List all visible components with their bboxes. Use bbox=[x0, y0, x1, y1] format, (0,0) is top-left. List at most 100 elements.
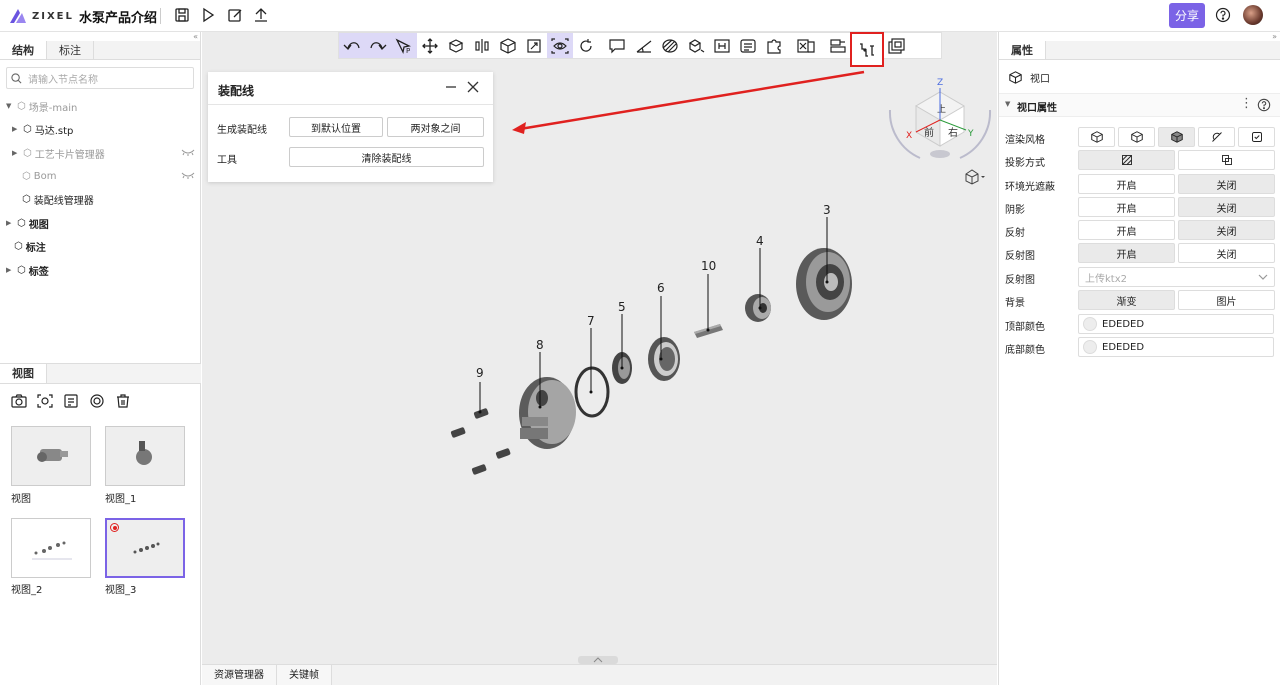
top-color-picker[interactable]: EDEDED bbox=[1078, 314, 1274, 334]
play-icon[interactable] bbox=[199, 6, 217, 24]
tree-item-motor[interactable]: ▶ ⬡ 马达.stp bbox=[12, 120, 73, 138]
multi-view-icon[interactable] bbox=[883, 33, 909, 58]
tab-resource-manager[interactable]: 资源管理器 bbox=[202, 665, 277, 685]
redo-icon[interactable] bbox=[365, 33, 391, 58]
perspective-projection-icon[interactable] bbox=[1078, 150, 1175, 170]
list-icon[interactable] bbox=[63, 394, 79, 411]
to-default-position-button[interactable]: 到默认位置 bbox=[289, 117, 383, 137]
move-icon[interactable] bbox=[417, 33, 443, 58]
minimize-icon[interactable] bbox=[445, 81, 457, 96]
tree-label: 装配线管理器 bbox=[33, 195, 94, 207]
plugin-icon[interactable] bbox=[761, 33, 787, 58]
hidden-eye-icon[interactable] bbox=[181, 171, 195, 182]
clear-assembly-line-button[interactable]: 清除装配线 bbox=[289, 147, 484, 167]
help-icon[interactable] bbox=[1257, 98, 1271, 112]
fit-view-icon[interactable] bbox=[521, 33, 547, 58]
section-icon[interactable] bbox=[657, 33, 683, 58]
visibility-icon[interactable] bbox=[547, 33, 573, 58]
reflection-map-select[interactable]: 上传ktx2 bbox=[1078, 267, 1275, 287]
section-header[interactable]: ▼ 视口属性 ⋮ bbox=[999, 93, 1280, 117]
align-icon[interactable] bbox=[469, 33, 495, 58]
caret-icon[interactable]: ▶ bbox=[6, 266, 14, 274]
tree-item-assembly-line-manager[interactable]: ⬡ 装配线管理器 bbox=[22, 190, 94, 208]
trash-icon[interactable] bbox=[115, 394, 131, 411]
collapse-left-icon[interactable]: « bbox=[193, 32, 198, 41]
target-icon[interactable] bbox=[89, 394, 105, 411]
caret-icon[interactable]: ▶ bbox=[12, 125, 20, 133]
edit-icon[interactable] bbox=[226, 6, 244, 24]
search-placeholder: 请输入节点名称 bbox=[28, 74, 98, 86]
hidden-eye-icon[interactable] bbox=[181, 148, 195, 159]
reflection-off-button[interactable]: 关闭 bbox=[1178, 220, 1275, 240]
callout-label: 8 bbox=[536, 338, 544, 352]
caret-down-icon[interactable]: ▼ bbox=[1005, 100, 1010, 108]
shadow-on-button[interactable]: 开启 bbox=[1078, 197, 1175, 217]
undo-icon[interactable] bbox=[339, 33, 365, 58]
rotate-icon[interactable] bbox=[573, 33, 599, 58]
caret-icon[interactable]: ▶ bbox=[6, 219, 14, 227]
cube-icon: ⬡ bbox=[14, 240, 23, 252]
explode-icon[interactable] bbox=[443, 33, 469, 58]
view-thumbnail[interactable] bbox=[105, 426, 185, 486]
part-explode-icon[interactable] bbox=[683, 33, 709, 58]
list-view-icon[interactable] bbox=[735, 33, 761, 58]
reflection-on-button[interactable]: 开启 bbox=[1078, 220, 1175, 240]
tab-views[interactable]: 视图 bbox=[0, 364, 47, 383]
search-input[interactable]: 请输入节点名称 bbox=[6, 67, 194, 89]
camera-icon[interactable] bbox=[11, 394, 27, 411]
tree-item-scene[interactable]: ▼ ⬡ 场景-main bbox=[6, 97, 77, 115]
upload-placeholder: 上传ktx2 bbox=[1085, 273, 1127, 285]
share-button[interactable]: 分享 bbox=[1169, 3, 1205, 28]
tab-properties[interactable]: 属性 bbox=[999, 41, 1046, 59]
reflection-map-off-button[interactable]: 关闭 bbox=[1178, 243, 1275, 263]
caret-icon[interactable]: ▼ bbox=[6, 102, 14, 110]
excel-icon[interactable] bbox=[793, 33, 819, 58]
view-thumbnail-selected[interactable] bbox=[105, 518, 185, 578]
dimension-icon[interactable] bbox=[709, 33, 735, 58]
ao-off-button[interactable]: 关闭 bbox=[1178, 174, 1275, 194]
close-icon[interactable] bbox=[467, 81, 479, 96]
tab-keyframes[interactable]: 关键帧 bbox=[277, 665, 332, 685]
ao-on-button[interactable]: 开启 bbox=[1078, 174, 1175, 194]
render-realistic-icon[interactable] bbox=[1158, 127, 1195, 147]
between-objects-button[interactable]: 两对象之间 bbox=[387, 117, 484, 137]
bottom-color-picker[interactable]: EDEDED bbox=[1078, 337, 1274, 357]
tab-structure[interactable]: 结构 bbox=[0, 41, 47, 59]
color-value: EDEDED bbox=[1102, 318, 1145, 330]
cube-icon: ⬡ bbox=[17, 264, 26, 276]
render-shaded-edges-icon[interactable] bbox=[1078, 127, 1115, 147]
collapse-right-icon[interactable]: » bbox=[1272, 32, 1277, 41]
tree-item-views[interactable]: ▶ ⬡ 视图 bbox=[6, 214, 49, 232]
reflection-map-on-button[interactable]: 开启 bbox=[1078, 243, 1175, 263]
render-custom-icon[interactable] bbox=[1238, 127, 1275, 147]
save-icon[interactable] bbox=[173, 6, 191, 24]
bg-gradient-button[interactable]: 渐变 bbox=[1078, 290, 1175, 310]
avatar[interactable] bbox=[1243, 5, 1263, 25]
tree-item-bom[interactable]: ⬡ Bom bbox=[22, 167, 198, 185]
tree-label: Bom bbox=[33, 170, 57, 182]
callout-label: 6 bbox=[657, 281, 665, 295]
shadow-off-button[interactable]: 关闭 bbox=[1178, 197, 1275, 217]
comment-icon[interactable] bbox=[605, 33, 631, 58]
measure-icon[interactable] bbox=[631, 33, 657, 58]
more-icon[interactable]: ⋮ bbox=[1240, 96, 1253, 111]
render-shaded-icon[interactable] bbox=[1118, 127, 1155, 147]
upload-icon[interactable] bbox=[252, 6, 270, 24]
assembly-line-icon[interactable] bbox=[850, 32, 884, 67]
layout-icon[interactable] bbox=[825, 33, 851, 58]
tree-item-tags[interactable]: ▶ ⬡ 标签 bbox=[6, 261, 49, 279]
render-hidden-line-icon[interactable] bbox=[1198, 127, 1235, 147]
caret-icon[interactable]: ▶ bbox=[12, 149, 20, 157]
tree-item-annotations[interactable]: ⬡ 标注 bbox=[14, 237, 46, 255]
bg-image-button[interactable]: 图片 bbox=[1178, 290, 1275, 310]
view-thumbnail[interactable] bbox=[11, 426, 91, 486]
callout-label: 4 bbox=[756, 234, 764, 248]
tree-item-process-cards[interactable]: ▶ ⬡ 工艺卡片管理器 bbox=[12, 144, 198, 162]
tab-annotation[interactable]: 标注 bbox=[47, 41, 94, 59]
box-icon[interactable] bbox=[495, 33, 521, 58]
select-pointer-icon[interactable]: P bbox=[391, 33, 417, 58]
focus-icon[interactable] bbox=[37, 394, 53, 411]
help-icon[interactable] bbox=[1215, 7, 1231, 23]
orthographic-projection-icon[interactable] bbox=[1178, 150, 1275, 170]
view-thumbnail[interactable] bbox=[11, 518, 91, 578]
